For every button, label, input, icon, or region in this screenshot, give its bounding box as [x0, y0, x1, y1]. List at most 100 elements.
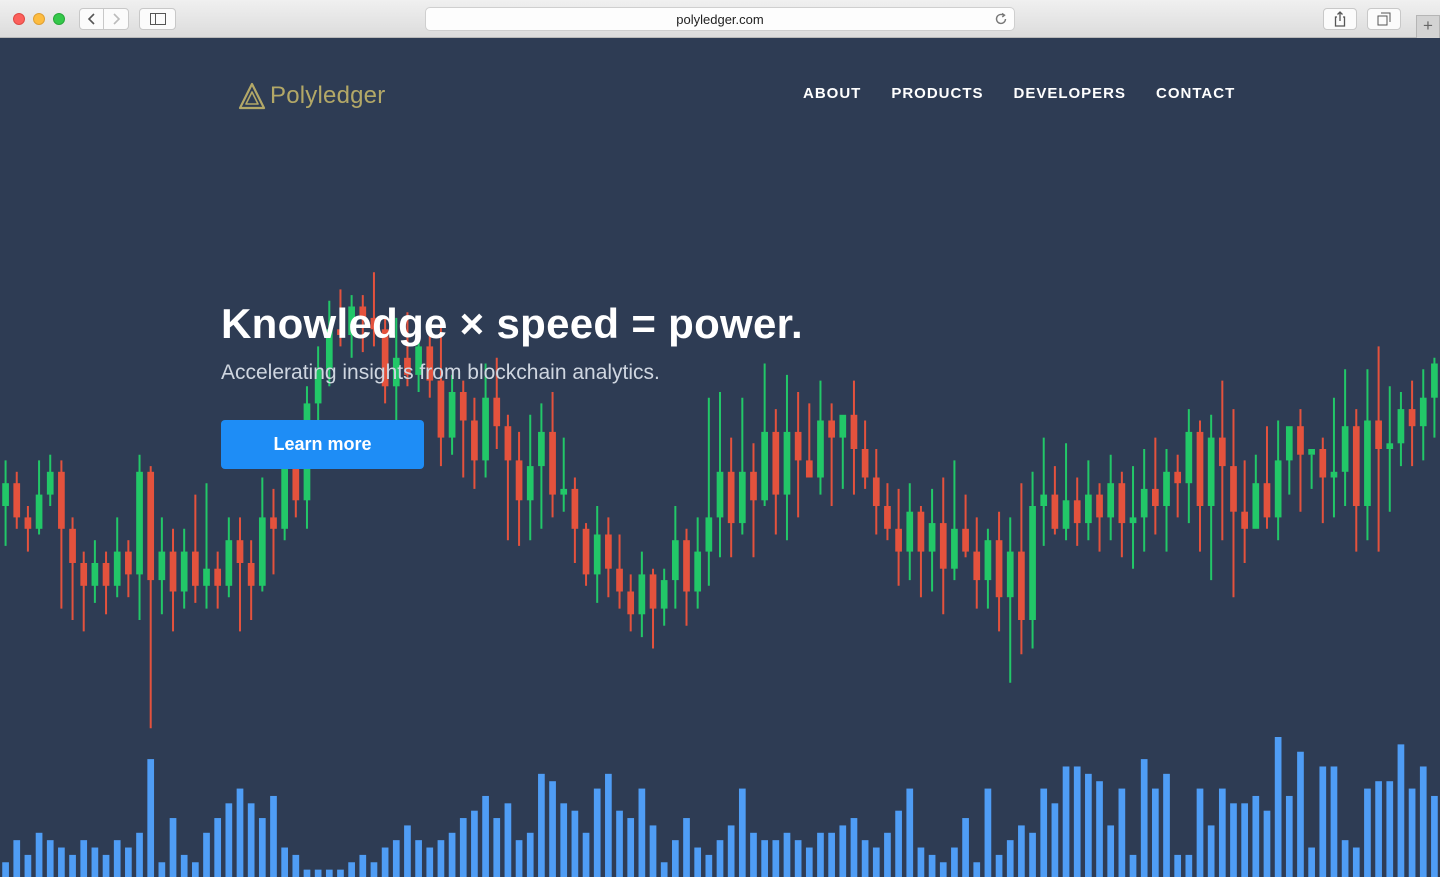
hero-subtitle: Accelerating insights from blockchain an… — [221, 361, 660, 384]
volume-bar — [593, 788, 601, 877]
volume-bar — [627, 818, 635, 877]
candle-down — [828, 420, 835, 438]
candle-up — [1419, 397, 1427, 427]
volume-bar — [1263, 810, 1271, 877]
minimize-window-button[interactable] — [33, 13, 45, 25]
volume-bar — [169, 818, 177, 877]
candle-down — [683, 540, 690, 592]
candle-up — [1397, 409, 1405, 444]
candle-up — [225, 540, 233, 586]
share-button[interactable] — [1323, 8, 1357, 30]
volume-bar — [906, 788, 914, 877]
candle-down — [493, 397, 501, 427]
candle-up — [482, 397, 489, 461]
candle-down — [437, 380, 445, 438]
volume-bar — [850, 818, 858, 877]
volume-bar — [46, 840, 54, 877]
learn-more-button[interactable]: Learn more — [221, 420, 424, 469]
candle-up — [1040, 494, 1048, 506]
maximize-window-button[interactable] — [53, 13, 65, 25]
volume-bar — [1375, 781, 1382, 877]
candle-down — [1230, 466, 1237, 512]
candle-down — [850, 414, 858, 449]
volume-bar — [370, 862, 378, 877]
candle-up — [113, 551, 121, 586]
tabs-icon — [1377, 12, 1391, 26]
logo[interactable]: Polyledger — [238, 82, 385, 110]
candle-up — [560, 488, 568, 495]
candle-down — [1118, 483, 1126, 524]
candle-up — [281, 460, 288, 529]
new-tab-button[interactable]: + — [1416, 15, 1440, 38]
candle-down — [1051, 494, 1059, 529]
close-window-button[interactable] — [13, 13, 25, 25]
chevron-right-icon — [113, 13, 121, 25]
candle-up — [839, 414, 847, 438]
volume-bar — [1152, 788, 1159, 877]
candle-down — [995, 540, 1003, 598]
volume-bar — [493, 818, 501, 877]
nav-developers[interactable]: DEVELOPERS — [1014, 85, 1127, 102]
candle-down — [582, 528, 590, 575]
address-bar[interactable]: polyledger.com — [425, 7, 1015, 31]
volume-bar — [1252, 795, 1260, 877]
candle-up — [2, 483, 9, 506]
volume-bar — [794, 840, 802, 877]
volume-bar — [1051, 803, 1059, 877]
candle-up — [1085, 494, 1092, 524]
volume-bar — [928, 854, 936, 877]
candle-down — [1152, 488, 1159, 506]
volume-bar — [1185, 854, 1193, 877]
volume-bar — [1285, 795, 1293, 877]
volume-bar — [716, 840, 724, 877]
volume-bar — [861, 840, 869, 877]
show-tabs-button[interactable] — [1367, 8, 1401, 30]
volume-bar — [1297, 751, 1304, 877]
candle-up — [1252, 483, 1260, 529]
candle-down — [727, 471, 735, 524]
forward-button[interactable] — [104, 8, 129, 30]
volume-bar — [750, 832, 757, 877]
volume-bar — [1207, 825, 1215, 877]
volume-bar — [192, 862, 199, 877]
candle-up — [1285, 426, 1293, 461]
volume-bar — [1364, 788, 1371, 877]
back-button[interactable] — [79, 8, 104, 30]
candle-up — [1129, 517, 1137, 524]
volume-bar — [884, 832, 891, 877]
volume-bar — [939, 862, 947, 877]
candle-up — [928, 523, 936, 552]
reload-icon[interactable] — [994, 12, 1008, 26]
candle-up — [158, 551, 166, 581]
nav-products[interactable]: PRODUCTS — [891, 85, 983, 102]
candle-down — [750, 471, 757, 501]
candle-up — [660, 580, 668, 609]
volume-bar — [872, 847, 880, 877]
volume-bar — [448, 832, 456, 877]
volume-bar — [962, 818, 969, 877]
volume-bar — [125, 847, 132, 877]
chevron-left-icon — [87, 13, 95, 25]
candle-up — [1062, 500, 1070, 529]
candle-up — [46, 471, 54, 495]
volume-bar — [2, 862, 9, 877]
volume-bar — [672, 840, 679, 877]
nav-contact[interactable]: CONTACT — [1156, 85, 1235, 102]
candle-up — [783, 431, 791, 495]
volume-bar — [180, 854, 188, 877]
sidebar-toggle-button[interactable] — [139, 8, 176, 30]
candle-down — [1408, 409, 1416, 427]
candle-down — [13, 483, 21, 518]
candle-down — [1375, 420, 1382, 449]
candle-up — [1341, 426, 1349, 472]
candle-down — [939, 523, 947, 569]
candle-up — [35, 494, 43, 529]
candle-down — [459, 392, 467, 421]
volume-bar — [504, 803, 512, 877]
candle-up — [1140, 488, 1148, 518]
candle-down — [169, 551, 177, 592]
volume-bar — [984, 788, 992, 877]
volume-bar — [738, 788, 746, 877]
browser-toolbar: polyledger.com + — [0, 0, 1440, 38]
nav-about[interactable]: ABOUT — [803, 85, 861, 102]
